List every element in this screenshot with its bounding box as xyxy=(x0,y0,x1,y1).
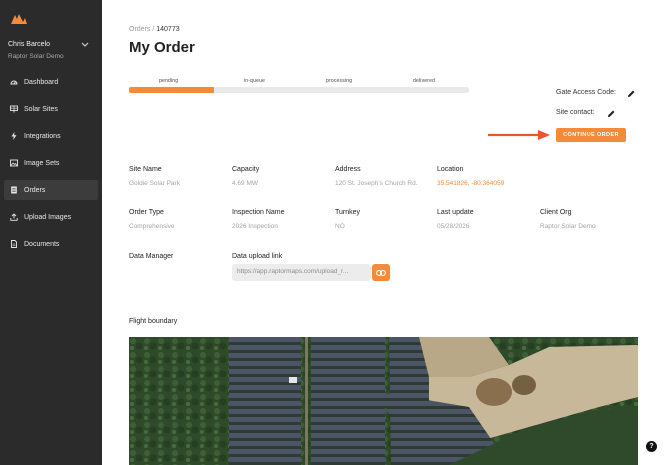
sidebar-item-solar-sites[interactable]: Solar Sites xyxy=(4,99,98,119)
help-button[interactable]: ? xyxy=(646,441,657,452)
field-label: Address xyxy=(335,166,361,173)
stage-in-queue: in-queue xyxy=(244,78,266,84)
sidebar-item-label: Documents xyxy=(24,240,60,248)
field-label: Last update xyxy=(437,209,474,216)
capacity-field: Capacity 4.69 MW xyxy=(232,166,259,187)
field-value: 2026 Inspection xyxy=(232,223,278,230)
pencil-icon[interactable] xyxy=(607,109,616,118)
field-value: Goldie Solar Park xyxy=(129,180,180,187)
last-update-field: Last update 05/28/2026 xyxy=(437,209,474,230)
sidebar-item-label: Integrations xyxy=(24,132,61,140)
field-label: Data Manager xyxy=(129,253,174,260)
field-label: Inspection Name xyxy=(232,209,285,216)
lightning-icon xyxy=(11,132,17,140)
field-label: Order Type xyxy=(129,209,164,216)
page-title: My Order xyxy=(129,39,195,56)
stage-delivered: delivered xyxy=(413,78,436,84)
field-label: Site Name xyxy=(129,166,162,173)
flight-boundary-map[interactable] xyxy=(129,337,638,465)
field-label: Turnkey xyxy=(335,209,361,216)
location-field: Location 35.541826, -80.364059 xyxy=(437,166,504,187)
inspection-name-field: Inspection Name 2026 Inspection xyxy=(232,209,285,230)
link-icon xyxy=(376,269,386,276)
order-progress: pending in-queue processing delivered xyxy=(129,78,469,93)
order-type-field: Order Type Comprehensive xyxy=(129,209,175,230)
field-label: Client Org xyxy=(540,209,572,216)
field-label: Capacity xyxy=(232,166,260,173)
sidebar-item-label: Upload Images xyxy=(24,213,72,221)
aerial-map-image xyxy=(129,337,638,465)
gate-access-label: Gate Access Code: xyxy=(556,89,616,96)
breadcrumb-current: 140773 xyxy=(156,26,180,33)
field-label: Data upload link xyxy=(232,253,283,260)
chevron-down-icon[interactable] xyxy=(81,42,89,48)
data-manager-field: Data Manager xyxy=(129,253,173,260)
file-icon xyxy=(11,240,17,248)
progress-bar-fill xyxy=(129,87,214,93)
dashboard-icon xyxy=(10,80,18,85)
location-link[interactable]: 35.541826, -80.364059 xyxy=(437,180,504,187)
stage-pending: pending xyxy=(159,78,179,84)
progress-bar xyxy=(129,87,469,93)
site-name-field: Site Name Goldie Solar Park xyxy=(129,166,180,187)
field-value: Comprehensive xyxy=(129,223,175,230)
field-value: Raptor Solar Demo xyxy=(540,223,596,230)
client-org-field: Client Org Raptor Solar Demo xyxy=(540,209,596,230)
site-contact-label: Site contact: xyxy=(556,109,595,116)
user-menu[interactable]: Chris Barcelo Raptor Solar Demo xyxy=(8,41,96,60)
sidebar-nav: Dashboard Solar Sites Integrations Image… xyxy=(4,72,98,261)
sidebar-item-image-sets[interactable]: Image Sets xyxy=(4,153,98,173)
sidebar-item-upload-images[interactable]: Upload Images xyxy=(4,207,98,227)
raptor-logo-icon[interactable] xyxy=(11,13,27,24)
upload-icon xyxy=(10,213,18,221)
continue-order-button[interactable]: CONTINUE ORDER xyxy=(556,128,626,142)
image-icon xyxy=(10,159,18,167)
breadcrumb-orders-link[interactable]: Orders xyxy=(129,26,150,33)
sidebar-item-label: Image Sets xyxy=(24,159,60,167)
arrow-right-icon xyxy=(488,130,550,140)
address-field: Address 120 St. Joseph's Church Rd. xyxy=(335,166,418,187)
sidebar: Chris Barcelo Raptor Solar Demo Dashboar… xyxy=(0,0,102,465)
sidebar-item-documents[interactable]: Documents xyxy=(4,234,98,254)
solar-panel-icon xyxy=(10,105,18,113)
field-value: 4.69 MW xyxy=(232,180,259,187)
user-org: Raptor Solar Demo xyxy=(8,53,64,60)
turnkey-field: Turnkey NO xyxy=(335,209,360,230)
document-icon xyxy=(11,186,17,194)
sidebar-item-label: Solar Sites xyxy=(24,105,58,113)
copy-link-button[interactable] xyxy=(372,264,390,281)
upload-link-input[interactable]: https://app.raptormaps.com/upload_r... xyxy=(232,264,371,281)
field-value: 05/28/2026 xyxy=(437,223,470,230)
field-value: 120 St. Joseph's Church Rd. xyxy=(335,180,418,187)
pencil-icon[interactable] xyxy=(627,89,636,98)
breadcrumb: Orders / 140773 xyxy=(129,26,180,33)
flight-boundary-label: Flight boundary xyxy=(129,318,178,325)
sidebar-item-label: Orders xyxy=(24,186,46,194)
field-value: NO xyxy=(335,223,345,230)
sidebar-item-orders[interactable]: Orders xyxy=(4,180,98,200)
field-label: Location xyxy=(437,166,464,173)
sidebar-item-dashboard[interactable]: Dashboard xyxy=(4,72,98,92)
sidebar-item-integrations[interactable]: Integrations xyxy=(4,126,98,146)
sidebar-item-label: Dashboard xyxy=(24,78,59,86)
data-upload-field: Data upload link xyxy=(232,253,282,260)
stage-processing: processing xyxy=(326,78,353,84)
